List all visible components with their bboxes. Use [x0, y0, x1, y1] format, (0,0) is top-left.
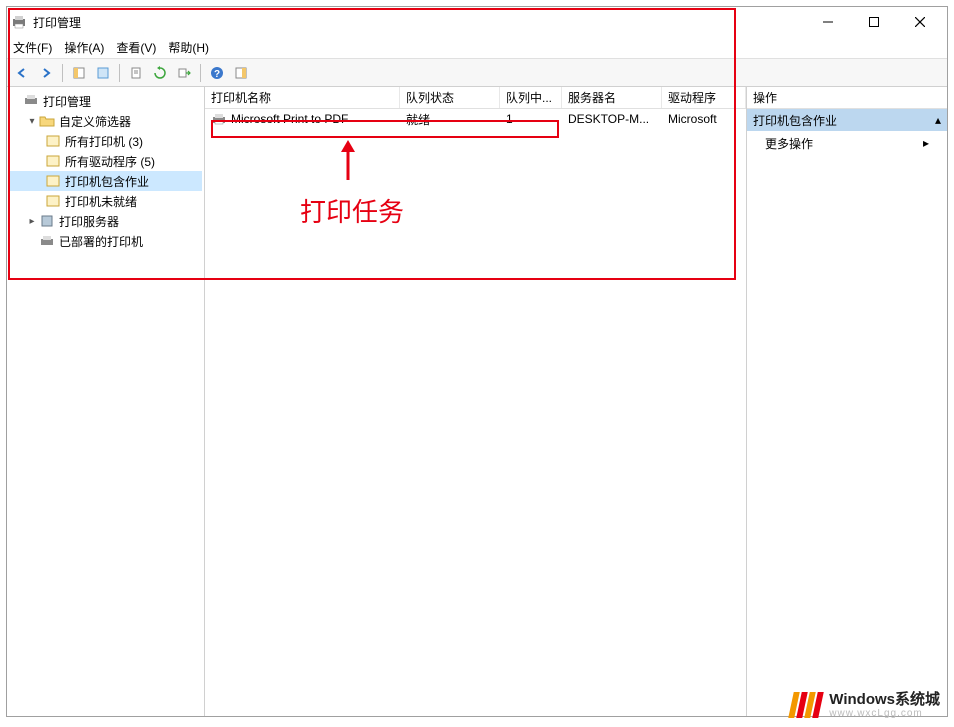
forward-button[interactable]: [35, 62, 57, 84]
col-queue-status[interactable]: 队列状态: [400, 87, 500, 108]
tree-pane[interactable]: 打印管理 ▾ 自定义筛选器 所有打印机 (3) 所有驱动程序 (5) 打印机包含…: [7, 87, 205, 716]
col-jobs[interactable]: 队列中...: [500, 87, 562, 108]
action-more-label: 更多操作: [765, 135, 813, 152]
toolbar-properties[interactable]: [92, 62, 114, 84]
tree-label: 所有驱动程序 (5): [65, 153, 155, 170]
col-server[interactable]: 服务器名: [562, 87, 662, 108]
tree-label: 打印机包含作业: [65, 173, 149, 190]
list-body[interactable]: Microsoft Print to PDF 就绪 1 DESKTOP-M...…: [205, 109, 746, 716]
action-selected-item[interactable]: 打印机包含作业 ▴: [747, 109, 947, 131]
toolbar-separator: [119, 64, 120, 82]
tree-label: 已部署的打印机: [59, 233, 143, 250]
toolbar-show-hide-tree[interactable]: [68, 62, 90, 84]
tree-print-servers[interactable]: ▸ 打印服务器: [9, 211, 202, 231]
cell-server: DESKTOP-M...: [562, 112, 662, 126]
cell-jobs: 1: [500, 112, 562, 126]
filter-icon: [45, 133, 61, 149]
maximize-button[interactable]: [851, 7, 897, 37]
menu-action[interactable]: 操作(A): [64, 39, 104, 56]
toolbar-help[interactable]: ?: [206, 62, 228, 84]
cell-driver: Microsoft: [662, 112, 746, 126]
tree-label: 打印机未就绪: [65, 193, 137, 210]
tree-all-printers[interactable]: 所有打印机 (3): [9, 131, 202, 151]
toolbar-separator: [200, 64, 201, 82]
print-management-window: 打印管理 文件(F) 操作(A) 查看(V) 帮助(H) ?: [6, 6, 948, 717]
menu-help[interactable]: 帮助(H): [168, 39, 209, 56]
filter-icon: [45, 193, 61, 209]
toolbar-refresh[interactable]: [149, 62, 171, 84]
menu-file[interactable]: 文件(F): [13, 39, 52, 56]
collapse-icon: ▴: [935, 113, 941, 127]
back-button[interactable]: [11, 62, 33, 84]
col-printer-name[interactable]: 打印机名称: [205, 87, 400, 108]
print-management-icon: [23, 93, 39, 109]
svg-text:?: ?: [214, 69, 220, 80]
cell-printer-name: Microsoft Print to PDF: [205, 111, 400, 127]
folder-icon: [39, 113, 55, 129]
filter-icon: [45, 173, 61, 189]
content-area: 打印管理 ▾ 自定义筛选器 所有打印机 (3) 所有驱动程序 (5) 打印机包含…: [7, 87, 947, 716]
app-icon: [11, 14, 27, 30]
col-driver[interactable]: 驱动程序: [662, 87, 746, 108]
printer-icon: [39, 233, 55, 249]
action-pane-header: 操作: [747, 87, 947, 109]
expander-icon[interactable]: ▾: [25, 116, 39, 127]
printer-name-text: Microsoft Print to PDF: [231, 112, 348, 126]
tree-all-drivers[interactable]: 所有驱动程序 (5): [9, 151, 202, 171]
tree-label: 打印管理: [43, 93, 91, 110]
chevron-right-icon: ▸: [923, 136, 929, 150]
tree-deployed-printers[interactable]: 已部署的打印机: [9, 231, 202, 251]
tree-printers-with-jobs[interactable]: 打印机包含作业: [9, 171, 202, 191]
close-button[interactable]: [897, 7, 943, 37]
tree-label: 自定义筛选器: [59, 113, 131, 130]
action-selected-label: 打印机包含作业: [753, 112, 837, 129]
toolbar-separator: [62, 64, 63, 82]
list-header: 打印机名称 队列状态 队列中... 服务器名 驱动程序: [205, 87, 746, 109]
printer-row[interactable]: Microsoft Print to PDF 就绪 1 DESKTOP-M...…: [205, 109, 746, 129]
server-icon: [39, 213, 55, 229]
cell-queue-status: 就绪: [400, 111, 500, 128]
toolbar-export[interactable]: [125, 62, 147, 84]
menubar: 文件(F) 操作(A) 查看(V) 帮助(H): [7, 37, 947, 59]
toolbar: ?: [7, 59, 947, 87]
toolbar-action-pane[interactable]: [230, 62, 252, 84]
list-pane: 打印机名称 队列状态 队列中... 服务器名 驱动程序 Microsoft Pr…: [205, 87, 747, 716]
tree-printers-not-ready[interactable]: 打印机未就绪: [9, 191, 202, 211]
tree-root[interactable]: 打印管理: [9, 91, 202, 111]
tree-label: 打印服务器: [59, 213, 119, 230]
titlebar: 打印管理: [7, 7, 947, 37]
window-title: 打印管理: [33, 14, 805, 31]
printer-icon: [211, 111, 227, 127]
action-pane: 操作 打印机包含作业 ▴ 更多操作 ▸: [747, 87, 947, 716]
tree-custom-filters[interactable]: ▾ 自定义筛选器: [9, 111, 202, 131]
expander-icon[interactable]: ▸: [25, 216, 39, 227]
menu-view[interactable]: 查看(V): [116, 39, 156, 56]
toolbar-export-list[interactable]: [173, 62, 195, 84]
tree-label: 所有打印机 (3): [65, 133, 143, 150]
filter-icon: [45, 153, 61, 169]
minimize-button[interactable]: [805, 7, 851, 37]
action-more[interactable]: 更多操作 ▸: [747, 131, 947, 155]
window-controls: [805, 7, 943, 37]
